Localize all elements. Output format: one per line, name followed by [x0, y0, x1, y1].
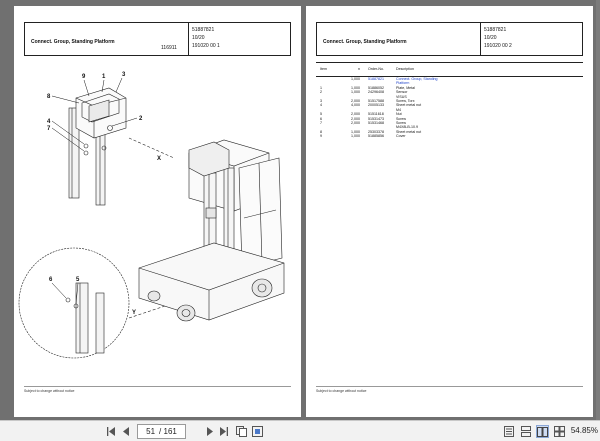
meta-part-number: 51887821 [484, 27, 507, 33]
vertical-scrollbar[interactable] [596, 0, 600, 420]
header-divider [188, 23, 189, 55]
previous-page-icon[interactable] [121, 425, 131, 438]
cell-order-number: 51885856 [368, 134, 384, 139]
two-page-continuous-icon[interactable] [553, 425, 565, 438]
callout-9: 9 [82, 74, 86, 80]
first-page-icon[interactable] [106, 425, 116, 438]
copy-page-icon[interactable] [235, 425, 247, 438]
fit-page-icon[interactable] [251, 425, 263, 438]
continuous-page-icon[interactable] [520, 425, 532, 438]
parts-table-body: 1,000 51887821 Connect. Group, Standing Pla… [316, 77, 583, 139]
footer-divider [24, 386, 291, 387]
callout-6: 6 [49, 277, 53, 283]
page-footer: Subject to change without notice [316, 389, 367, 393]
document-viewer[interactable]: Connect. Group, Standing Platform 116911… [0, 0, 600, 420]
page-number-input[interactable]: 51 / 161 [137, 424, 186, 439]
page-total: / 161 [159, 427, 177, 436]
callout-5: 5 [76, 277, 80, 283]
callout-2: 2 [139, 116, 143, 122]
page-header: Connect. Group, Standing Platform 518878… [316, 22, 583, 56]
column-header-description: Description [396, 67, 414, 71]
current-page-number: 51 [146, 427, 156, 436]
callout-x: X [157, 156, 161, 162]
cell-description: Cover [396, 134, 406, 139]
header-divider [480, 23, 481, 55]
bottom-toolbar: 51 / 161 54.85% [0, 420, 600, 441]
callout-1: 1 [102, 74, 106, 80]
parts-table: Item n Order-No. Description 1,000 518878… [316, 62, 583, 139]
meta-doc-number: 191020 00 1 [192, 43, 220, 49]
table-row: 9 1,000 51885856 Cover [316, 134, 583, 138]
meta-date: 10/20 [484, 35, 497, 41]
pdf-page-right: Connect. Group, Standing Platform 518878… [306, 6, 593, 417]
last-page-icon[interactable] [219, 425, 229, 438]
header-meta: 51887821 10/20 191020 00 1 [192, 26, 220, 50]
cell-item: 9 [320, 134, 322, 139]
callout-8: 8 [47, 94, 51, 100]
header-title: Connect. Group, Standing Platform [323, 39, 407, 45]
cell-qty: 1,000 [351, 134, 360, 139]
exploded-parts-drawing: 9 1 3 8 2 4 7 X 6 5 Y [18, 72, 285, 359]
parts-table-header: Item n Order-No. Description [316, 63, 583, 77]
meta-part-number: 51887821 [192, 27, 215, 33]
page-footer: Subject to change without notice [24, 389, 75, 393]
pdf-page-left: Connect. Group, Standing Platform 116911… [14, 6, 301, 417]
meta-date: 10/20 [192, 35, 205, 41]
zoom-level[interactable]: 54.85% [571, 426, 598, 435]
drawing-code: 116911 [161, 45, 177, 51]
column-header-order: Order-No. [368, 67, 384, 71]
footer-divider [316, 386, 583, 387]
callout-y: Y [132, 310, 136, 316]
single-page-icon[interactable] [503, 425, 515, 438]
callout-3: 3 [122, 72, 126, 78]
page-header: Connect. Group, Standing Platform 116911… [24, 22, 291, 56]
callout-4: 4 [47, 119, 51, 125]
next-page-icon[interactable] [205, 425, 215, 438]
column-header-qty: n [358, 67, 360, 71]
header-title: Connect. Group, Standing Platform [31, 39, 115, 45]
header-meta: 51887821 10/20 191020 00 2 [484, 26, 512, 50]
two-page-icon[interactable] [536, 425, 549, 438]
column-header-item: Item [320, 67, 327, 71]
callout-7: 7 [47, 126, 51, 132]
meta-doc-number: 191020 00 2 [484, 43, 512, 49]
